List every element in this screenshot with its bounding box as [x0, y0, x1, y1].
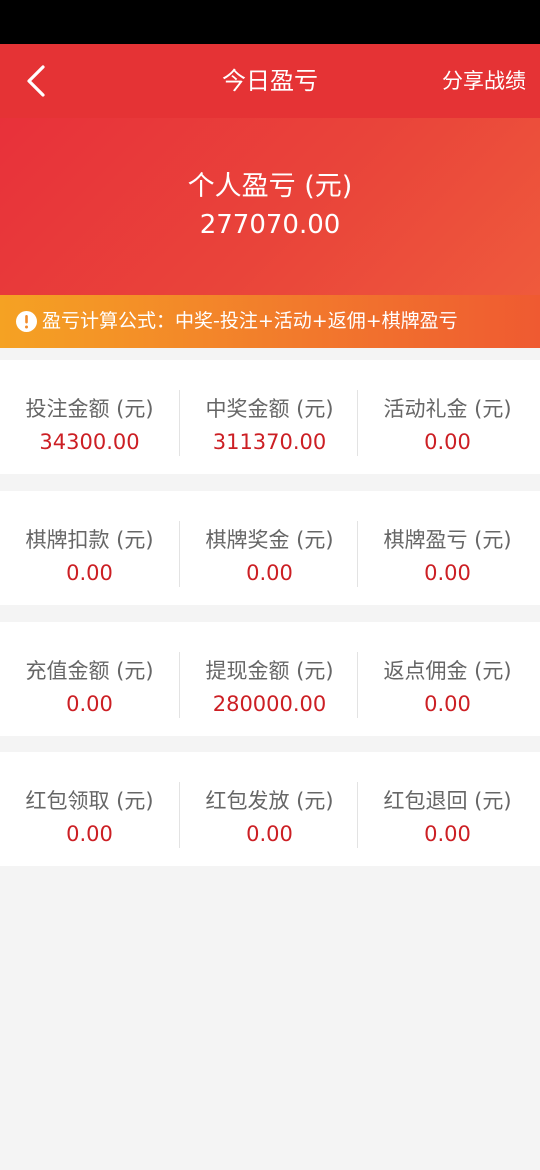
stat-chess-bonus: 棋牌奖金 (元) 0.00: [180, 491, 359, 605]
stat-value: 0.00: [66, 692, 113, 716]
stat-value: 0.00: [424, 430, 471, 454]
profit-summary: 个人盈亏 (元) 277070.00: [0, 118, 540, 295]
stat-value: 0.00: [246, 561, 293, 585]
stat-label: 红包发放 (元): [205, 789, 334, 813]
stat-label: 棋牌扣款 (元): [25, 528, 154, 552]
stats-card-funds: 充值金额 (元) 0.00 提现金额 (元) 280000.00 返点佣金 (元…: [0, 622, 540, 736]
formula-bar: 盈亏计算公式：中奖-投注+活动+返佣+棋牌盈亏: [0, 295, 540, 348]
stat-chess-deduction: 棋牌扣款 (元) 0.00: [0, 491, 179, 605]
stat-label: 中奖金额 (元): [205, 397, 334, 421]
stat-value: 280000.00: [212, 692, 327, 716]
stat-deposit-amount: 充值金额 (元) 0.00: [0, 622, 179, 736]
stat-label: 棋牌奖金 (元): [205, 528, 334, 552]
stat-win-amount: 中奖金额 (元) 311370.00: [180, 360, 359, 474]
stat-label: 棋牌盈亏 (元): [383, 528, 512, 552]
stat-label: 返点佣金 (元): [383, 659, 512, 683]
stat-red-packet-returned: 红包退回 (元) 0.00: [358, 752, 537, 866]
stats-card-chess: 棋牌扣款 (元) 0.00 棋牌奖金 (元) 0.00 棋牌盈亏 (元) 0.0…: [0, 491, 540, 605]
stat-value: 0.00: [424, 822, 471, 846]
stat-value: 0.00: [66, 561, 113, 585]
stat-value: 0.00: [66, 822, 113, 846]
stat-label: 活动礼金 (元): [383, 397, 512, 421]
status-bar: [0, 0, 540, 44]
formula-text: 盈亏计算公式：中奖-投注+活动+返佣+棋牌盈亏: [42, 310, 458, 332]
stat-value: 0.00: [424, 561, 471, 585]
stat-bet-amount: 投注金额 (元) 34300.00: [0, 360, 179, 474]
stat-value: 0.00: [424, 692, 471, 716]
back-button[interactable]: [18, 61, 58, 101]
stat-value: 0.00: [246, 822, 293, 846]
exclamation-circle-icon: [16, 311, 37, 332]
stat-label: 充值金额 (元): [25, 659, 154, 683]
stat-red-packet-sent: 红包发放 (元) 0.00: [180, 752, 359, 866]
stat-withdraw-amount: 提现金额 (元) 280000.00: [180, 622, 359, 736]
stats-card-bet-win: 投注金额 (元) 34300.00 中奖金额 (元) 311370.00 活动礼…: [0, 360, 540, 474]
stats-card-red-packet: 红包领取 (元) 0.00 红包发放 (元) 0.00 红包退回 (元) 0.0…: [0, 752, 540, 866]
stat-value: 34300.00: [39, 430, 140, 454]
chevron-left-icon: [27, 65, 45, 97]
nav-bar: 今日盈亏 分享战绩: [0, 44, 540, 118]
stat-value: 311370.00: [212, 430, 327, 454]
stat-label: 红包领取 (元): [25, 789, 154, 813]
stat-label: 提现金额 (元): [205, 659, 334, 683]
stat-red-packet-received: 红包领取 (元) 0.00: [0, 752, 179, 866]
stat-chess-profit: 棋牌盈亏 (元) 0.00: [358, 491, 537, 605]
profit-label: 个人盈亏 (元): [187, 171, 353, 202]
stat-label: 红包退回 (元): [383, 789, 512, 813]
stat-activity-bonus: 活动礼金 (元) 0.00: [358, 360, 537, 474]
stat-label: 投注金额 (元): [25, 397, 154, 421]
share-button[interactable]: 分享战绩: [442, 44, 526, 118]
profit-value: 277070.00: [199, 210, 341, 240]
stat-rebate-commission: 返点佣金 (元) 0.00: [358, 622, 537, 736]
